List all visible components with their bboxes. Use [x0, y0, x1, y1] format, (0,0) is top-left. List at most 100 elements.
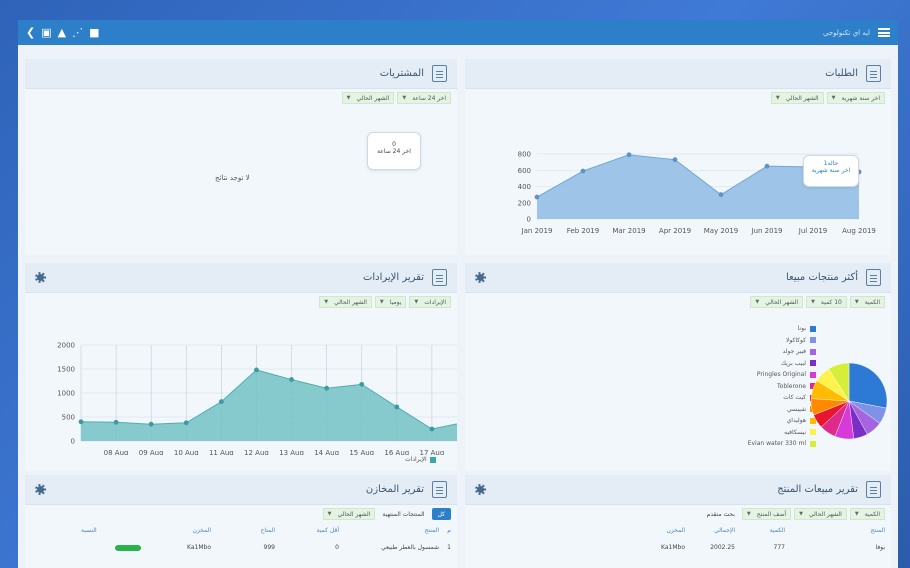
settings-gear-icon[interactable] — [475, 272, 486, 283]
table-header: م المنتج أقل كمية المتاح المخزن النسبة — [81, 527, 451, 534]
purchases-empty-text: لا توجد نتائج — [215, 174, 250, 182]
advanced-search-link[interactable]: بحث متقدم — [703, 508, 739, 520]
dashboard-app: ❮ ▣ ▲ ⋰ ■ ايه اي تكنولوجي الطلبات اخر سن… — [18, 20, 898, 568]
data-point — [289, 377, 294, 382]
revenue-interval-select[interactable]: يوميا ▼ — [374, 296, 407, 308]
top-products-metric-select[interactable]: الكمية ▼ — [849, 296, 885, 308]
revenue-metric-select[interactable]: الإيرادات ▼ — [409, 296, 451, 308]
product-sales-month-select[interactable]: الشهر الحالي ▼ — [794, 508, 847, 520]
legend-item: Toblerone — [748, 381, 816, 393]
legend-item: Pringles Original — [748, 369, 816, 381]
x-tick-label: Feb 2019 — [567, 227, 599, 235]
revenue-month-select[interactable]: الشهر الحالي ▼ — [319, 296, 372, 308]
legend-item: فيبر جولد — [748, 346, 816, 358]
stores-all-button[interactable]: كل — [431, 508, 451, 520]
data-point — [626, 152, 632, 158]
legend-label: كوكاكولا — [785, 336, 806, 344]
legend-item: لبيب بريك — [748, 358, 816, 370]
app-title: ايه اي تكنولوجي — [823, 28, 870, 37]
legend-item: شيبسي — [748, 404, 816, 416]
clipboard-icon — [432, 269, 447, 286]
stores-table: م المنتج أقل كمية المتاح المخزن النسبة 1… — [31, 527, 451, 551]
pie-legend: بونا كوكاكولا فيبر جولد لبيب بريك Pringles O… — [748, 323, 816, 450]
y-tick-label: 200 — [518, 199, 531, 207]
back-icon[interactable]: ❮ — [26, 20, 35, 45]
top-bar: ❮ ▣ ▲ ⋰ ■ ايه اي تكنولوجي — [18, 20, 898, 45]
table-header: المنتج الكمية الإجمالي المخزن — [666, 527, 885, 534]
table-row[interactable]: بوفا 777 2002.25 Ka1Mbo — [471, 544, 885, 551]
legend-swatch — [810, 337, 816, 344]
x-tick-label: 10 Aug — [174, 449, 199, 455]
purchases-period-select[interactable]: اخر 24 ساعة ▼ — [397, 92, 451, 104]
y-tick-label: 500 — [62, 414, 75, 422]
revenue-chart: 0 500 1000 1500 2000 08 Aug 09 Aug 10 Aug 11 Aug… — [57, 342, 457, 455]
legend-label: فيبر جولد — [782, 348, 807, 356]
legend-label: Toblerone — [777, 382, 806, 390]
x-tick-label: 12 Aug — [244, 449, 269, 455]
purchases-panel: المشتريات اخر 24 ساعة ▼ الشهر الحالي ▼ 0 ا… — [25, 59, 457, 255]
y-tick-label: 2000 — [57, 342, 75, 350]
clipboard-icon — [866, 269, 881, 286]
x-tick-label: 09 Aug — [139, 449, 164, 455]
data-point — [429, 426, 435, 432]
orders-tooltip: 1حاله اخر سنة شهرية — [803, 155, 859, 187]
legend-label: Pringles Original — [756, 371, 806, 379]
data-point — [254, 367, 259, 373]
chat-icon[interactable]: ■ — [89, 20, 99, 45]
settings-gear-icon[interactable] — [35, 272, 46, 283]
clipboard-icon — [866, 481, 881, 498]
top-products-month-select[interactable]: الشهر الحالي ▼ — [750, 296, 804, 308]
legend-label: لبيب بريك — [781, 359, 806, 367]
top-products-count-select[interactable]: 10 كمية ▼ — [806, 296, 847, 308]
clipboard-icon — [432, 481, 447, 498]
stores-month-select[interactable]: الشهر الحالي ▼ — [322, 508, 376, 520]
x-tick-label: 14 Aug — [314, 449, 339, 455]
data-point — [534, 194, 540, 200]
cart-icon[interactable]: ▣ — [41, 20, 51, 45]
top-products-title: أكثر منتجات مبيعا — [785, 272, 858, 283]
table-row[interactable]: 1 شمسول بالعطر طبيعي 0 999 Ka1Mbo — [31, 544, 451, 551]
y-tick-label: 0 — [527, 216, 531, 224]
legend-label: نيسكافيه — [784, 428, 806, 436]
data-point — [78, 419, 84, 425]
stores-title: تقرير المخازن — [365, 484, 424, 495]
revenue-legend: الإيرادات — [405, 456, 436, 463]
data-point — [394, 404, 400, 410]
legend-swatch — [810, 348, 816, 355]
stock-progress-bar — [81, 544, 141, 551]
menu-icon[interactable] — [878, 28, 890, 37]
data-point — [580, 168, 586, 174]
legend-item: كوكاكولا — [748, 335, 816, 347]
legend-item: كيت كات — [748, 392, 816, 404]
data-point — [718, 192, 724, 198]
stores-panel: تقرير المخازن كل المنتجات المنتهية الشهر… — [25, 475, 457, 568]
stores-expired-products-tab[interactable]: المنتجات المنتهية — [378, 508, 428, 520]
settings-gear-icon[interactable] — [475, 484, 486, 495]
data-point — [359, 381, 365, 387]
share-icon[interactable]: ⋰ — [72, 20, 83, 45]
y-tick-label: 800 — [518, 151, 531, 159]
product-sales-table: المنتج الكمية الإجمالي المخزن بوفا 777 2… — [471, 527, 885, 551]
revenue-panel: تقرير الإيرادات الإيرادات ▼ يوميا ▼ الشهر … — [25, 263, 457, 471]
orders-panel: الطلبات اخر سنة شهرية ▼ الشهر الحالي ▼ 0 20… — [465, 59, 891, 255]
y-tick-label: 600 — [518, 167, 531, 175]
purchases-title: المشتريات — [379, 68, 424, 79]
data-point — [183, 420, 189, 426]
legend-swatch — [810, 325, 816, 332]
top-products-pie-chart — [810, 362, 888, 440]
y-tick-label: 400 — [518, 183, 531, 191]
clipboard-icon — [866, 65, 881, 82]
orders-title: الطلبات — [825, 68, 858, 79]
x-tick-label: 15 Aug — [349, 449, 374, 455]
purchases-month-select[interactable]: الشهر الحالي ▼ — [341, 92, 395, 104]
product-search-select[interactable]: أضف المنتج ▼ — [741, 508, 792, 520]
legend-item: هوليداي — [748, 415, 816, 427]
orders-period-select[interactable]: اخر سنة شهرية ▼ — [826, 92, 885, 104]
x-tick-label: 13 Aug — [279, 449, 304, 455]
x-tick-label: Jun 2019 — [751, 227, 783, 235]
product-sales-metric-select[interactable]: الكمية ▼ — [849, 508, 885, 520]
x-tick-label: Mar 2019 — [612, 227, 645, 235]
orders-month-select[interactable]: الشهر الحالي ▼ — [770, 92, 824, 104]
bell-icon[interactable]: ▲ — [58, 20, 66, 45]
settings-gear-icon[interactable] — [35, 484, 46, 495]
